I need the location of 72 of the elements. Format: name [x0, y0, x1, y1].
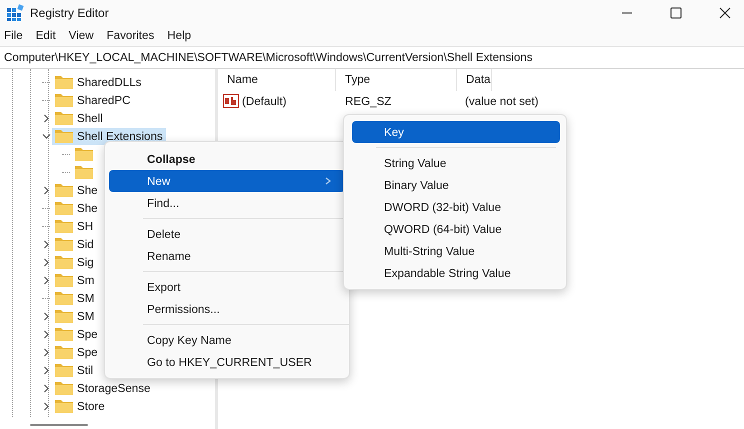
menu-item[interactable]: Expandable String Value — [352, 262, 560, 284]
menu-item[interactable]: View — [68, 29, 94, 42]
menu-item[interactable]: File — [4, 29, 23, 42]
menu-item[interactable]: DWORD (32-bit) Value — [352, 196, 560, 218]
window-title: Registry Editor — [30, 6, 109, 20]
table-cell-text: REG_SZ — [344, 94, 392, 108]
column-header[interactable]: Data — [457, 69, 492, 91]
folder-icon — [55, 129, 73, 143]
menu-item[interactable]: Key — [352, 121, 560, 143]
folder-icon — [55, 255, 73, 269]
collapse-chevron-icon[interactable] — [42, 132, 50, 140]
column-header[interactable]: Type — [336, 69, 457, 91]
tree-item[interactable]: Sig — [40, 254, 97, 270]
table-cell-text: (value not set) — [464, 94, 538, 108]
menu-item[interactable]: Multi-String Value — [352, 240, 560, 262]
tree-item[interactable]: Sid — [40, 236, 97, 252]
menu-item[interactable]: Binary Value — [352, 174, 560, 196]
folder-icon — [55, 111, 73, 125]
column-header[interactable]: Name — [218, 69, 336, 91]
tree-item[interactable]: SM — [40, 308, 98, 324]
menu-item[interactable]: Find... — [109, 192, 345, 214]
folder-icon — [55, 75, 73, 89]
tree-item[interactable]: Shell — [40, 110, 106, 126]
tree-item[interactable]: StorageSense — [40, 380, 154, 396]
folder-icon — [55, 381, 73, 395]
folder-icon — [55, 309, 73, 323]
maximize-icon[interactable] — [670, 6, 682, 18]
folder-icon — [55, 327, 73, 341]
tree-item[interactable]: SharedPC — [40, 92, 134, 108]
menu-item[interactable]: Help — [167, 29, 192, 42]
folder-icon — [55, 237, 73, 251]
menu-item[interactable]: String Value — [352, 152, 560, 174]
tree-item[interactable]: She — [40, 182, 101, 198]
menu-item[interactable]: Collapse — [109, 148, 345, 170]
folder-icon — [55, 219, 73, 233]
menu-item[interactable]: Delete — [109, 223, 345, 245]
expand-chevron-icon[interactable] — [42, 114, 50, 122]
folder-icon — [55, 201, 73, 215]
expand-chevron-icon[interactable] — [42, 186, 50, 194]
folder-icon — [55, 93, 73, 107]
tree-item[interactable]: Stil — [40, 362, 96, 378]
folder-icon — [75, 165, 93, 179]
scrollbar-thumb[interactable] — [30, 424, 88, 426]
registry-icon — [6, 4, 24, 22]
menu-item[interactable]: Edit — [36, 29, 56, 42]
tree-item[interactable]: SharedDLLs — [40, 74, 144, 90]
menu-item[interactable]: Rename — [109, 245, 345, 267]
menu-item[interactable]: Copy Key Name — [109, 329, 345, 351]
menu-item[interactable]: Favorites — [106, 29, 154, 42]
string-value-icon — [223, 94, 239, 108]
close-icon[interactable] — [719, 6, 731, 18]
menu-item[interactable]: Export — [109, 276, 345, 298]
menu-item[interactable]: New — [109, 170, 345, 192]
menu-item[interactable]: Go to HKEY_CURRENT_USER — [109, 351, 345, 373]
table-cell: (Default) — [242, 94, 286, 108]
folder-icon — [55, 399, 73, 413]
tree-item[interactable]: Store — [40, 398, 108, 414]
menu-item[interactable]: QWORD (64-bit) Value — [352, 218, 560, 240]
menu-item[interactable]: Permissions... — [109, 298, 345, 320]
folder-icon — [55, 363, 73, 377]
folder-icon — [55, 273, 73, 287]
folder-icon — [75, 147, 93, 161]
tree-item[interactable]: Spe — [40, 344, 101, 360]
folder-icon — [55, 291, 73, 305]
folder-icon — [55, 345, 73, 359]
tree-item[interactable]: Spe — [40, 326, 101, 342]
folder-icon — [55, 183, 73, 197]
tree-item[interactable]: Sm — [40, 272, 98, 288]
address-bar[interactable]: Computer\HKEY_LOCAL_MACHINE\SOFTWARE\Microsoft\Windows\CurrentVersion\Shell Extensions — [0, 46, 744, 69]
tree-item[interactable]: SM — [40, 290, 98, 306]
tree-item[interactable]: She — [40, 200, 101, 216]
tree-item[interactable]: SH — [40, 218, 96, 234]
